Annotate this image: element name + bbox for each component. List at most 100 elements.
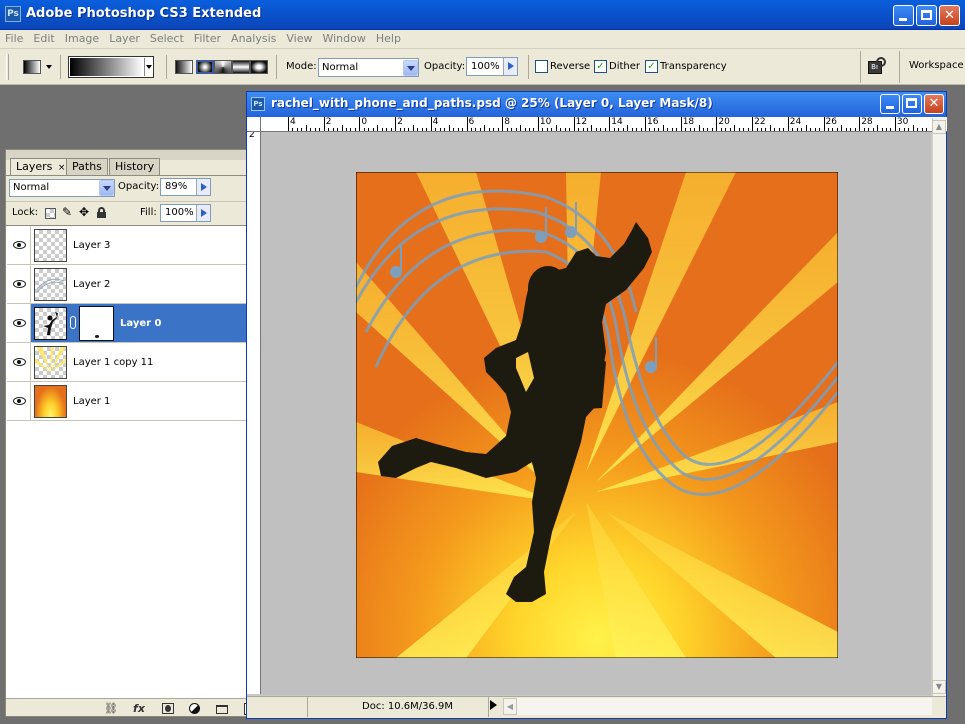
gradient-picker[interactable]	[68, 56, 154, 78]
ruler-tick	[832, 128, 834, 131]
ruler-tick	[310, 128, 312, 131]
bridge-button[interactable]: Br	[868, 57, 890, 77]
dither-checkbox[interactable]: ✓	[594, 60, 607, 73]
opacity-slider-arrow-icon[interactable]	[503, 58, 517, 75]
ruler-tick	[493, 128, 495, 131]
ruler-tick	[774, 128, 776, 131]
layer-style-fx-icon[interactable]: fx	[130, 702, 148, 716]
ruler-tick	[734, 125, 736, 131]
opacity-field[interactable]: 100%	[466, 57, 518, 76]
ruler-origin[interactable]	[247, 117, 261, 132]
workspace-button[interactable]: Workspace	[909, 60, 964, 71]
lock-pixels-icon[interactable]: ✎	[62, 205, 72, 219]
reverse-checkbox[interactable]	[535, 60, 548, 73]
visibility-eye-icon[interactable]	[7, 304, 31, 342]
diamond-gradient-button[interactable]	[250, 60, 268, 74]
scroll-up-button[interactable]: ▲	[932, 120, 946, 134]
ruler-tick	[787, 117, 789, 131]
ruler-tick	[399, 128, 401, 131]
visibility-eye-icon[interactable]	[7, 226, 31, 264]
transparency-checkbox[interactable]: ✓	[645, 60, 658, 73]
lock-all-icon[interactable]	[97, 207, 106, 218]
mode-label: Mode:	[286, 61, 317, 72]
ruler-tick	[877, 125, 879, 131]
ruler-tick	[694, 128, 696, 131]
menu-window[interactable]: Window	[317, 30, 370, 45]
layer-opacity-field[interactable]: 89%	[160, 178, 211, 196]
add-mask-icon[interactable]	[159, 702, 177, 716]
ruler-tick	[569, 128, 571, 131]
menu-analysis[interactable]: Analysis	[226, 30, 281, 45]
maximize-button[interactable]	[916, 5, 937, 26]
menu-view[interactable]: View	[281, 30, 317, 45]
ruler-tick	[292, 128, 294, 131]
mask-link-icon[interactable]	[70, 316, 76, 329]
menu-filter[interactable]: Filter	[189, 30, 226, 45]
ruler-tick	[462, 128, 464, 131]
tool-preset-picker[interactable]	[20, 57, 54, 77]
lock-position-icon[interactable]: ✥	[79, 205, 89, 219]
layer-mask-thumbnail[interactable]	[79, 306, 114, 341]
ruler-tick	[502, 117, 504, 131]
doc-minimize-button[interactable]	[880, 94, 900, 114]
scroll-left-button[interactable]: ◀	[503, 698, 517, 715]
menu-select[interactable]: Select	[145, 30, 189, 45]
layer-name: Layer 2	[73, 279, 111, 290]
status-menu-arrow-icon[interactable]	[490, 700, 502, 710]
ruler-tick	[823, 117, 825, 131]
tab-paths[interactable]: Paths	[66, 158, 108, 175]
adjustment-layer-icon[interactable]	[186, 702, 204, 716]
ruler-tick	[586, 128, 588, 131]
new-group-icon[interactable]	[213, 702, 231, 716]
lock-transparency-icon[interactable]	[45, 208, 56, 219]
horizontal-ruler[interactable]: 4 2 0 2 4 6 8 10 12 14 16 18 20 22 24 26 28 30	[261, 117, 947, 132]
minimize-button[interactable]	[893, 5, 914, 26]
gradient-dropdown[interactable]	[144, 58, 153, 76]
tab-layers[interactable]: Layers ×	[10, 158, 72, 176]
mode-select[interactable]: Normal	[318, 58, 419, 77]
visibility-eye-icon[interactable]	[7, 343, 31, 381]
menu-file[interactable]: File	[0, 30, 28, 45]
gradient-tool-icon	[23, 60, 41, 74]
close-icon: ✕	[928, 96, 940, 111]
vertical-ruler[interactable]: 2	[247, 132, 261, 694]
ruler-tick	[917, 128, 919, 131]
ruler-tick	[711, 128, 713, 131]
layer-opacity-label: Opacity:	[118, 181, 160, 192]
document-horizontal-scrollbar[interactable]	[517, 698, 932, 715]
radial-gradient-button[interactable]	[196, 60, 214, 74]
options-grip[interactable]	[6, 54, 9, 80]
menu-image[interactable]: Image	[60, 30, 104, 45]
menu-help[interactable]: Help	[371, 30, 406, 45]
reflected-gradient-button[interactable]	[232, 60, 250, 74]
blend-mode-select[interactable]: Normal	[9, 179, 115, 197]
ruler-tick	[377, 125, 379, 131]
visibility-eye-icon[interactable]	[7, 382, 31, 420]
linear-gradient-button[interactable]	[175, 60, 193, 74]
app-title: Adobe Photoshop CS3 Extended	[26, 6, 262, 21]
ruler-tick	[341, 125, 343, 131]
ruler-tick	[408, 128, 410, 131]
visibility-eye-icon[interactable]	[7, 265, 31, 303]
close-button[interactable]: ✕	[939, 5, 960, 26]
ruler-tick	[622, 128, 624, 131]
doc-close-button[interactable]: ✕	[924, 94, 944, 114]
reverse-label: Reverse	[550, 61, 591, 72]
ruler-tick	[752, 117, 754, 131]
angle-gradient-button[interactable]	[214, 60, 232, 74]
ruler-tick	[430, 117, 432, 131]
ruler-tick	[761, 128, 763, 131]
canvas-area[interactable]	[261, 132, 931, 695]
document-vertical-scrollbar[interactable]: ▲ ▼	[932, 118, 946, 696]
link-layers-icon[interactable]: ⛓	[102, 702, 120, 716]
scroll-down-button[interactable]: ▼	[932, 680, 946, 694]
menu-edit[interactable]: Edit	[28, 30, 59, 45]
opacity-slider-arrow-icon[interactable]	[196, 179, 210, 195]
ruler-tick	[801, 128, 803, 131]
tab-history[interactable]: History	[109, 158, 161, 175]
fill-slider-arrow-icon[interactable]	[196, 205, 210, 221]
doc-maximize-button[interactable]	[902, 94, 922, 114]
menu-layer[interactable]: Layer	[104, 30, 145, 45]
close-tab-icon[interactable]: ×	[58, 163, 66, 173]
fill-field[interactable]: 100%	[160, 204, 211, 222]
